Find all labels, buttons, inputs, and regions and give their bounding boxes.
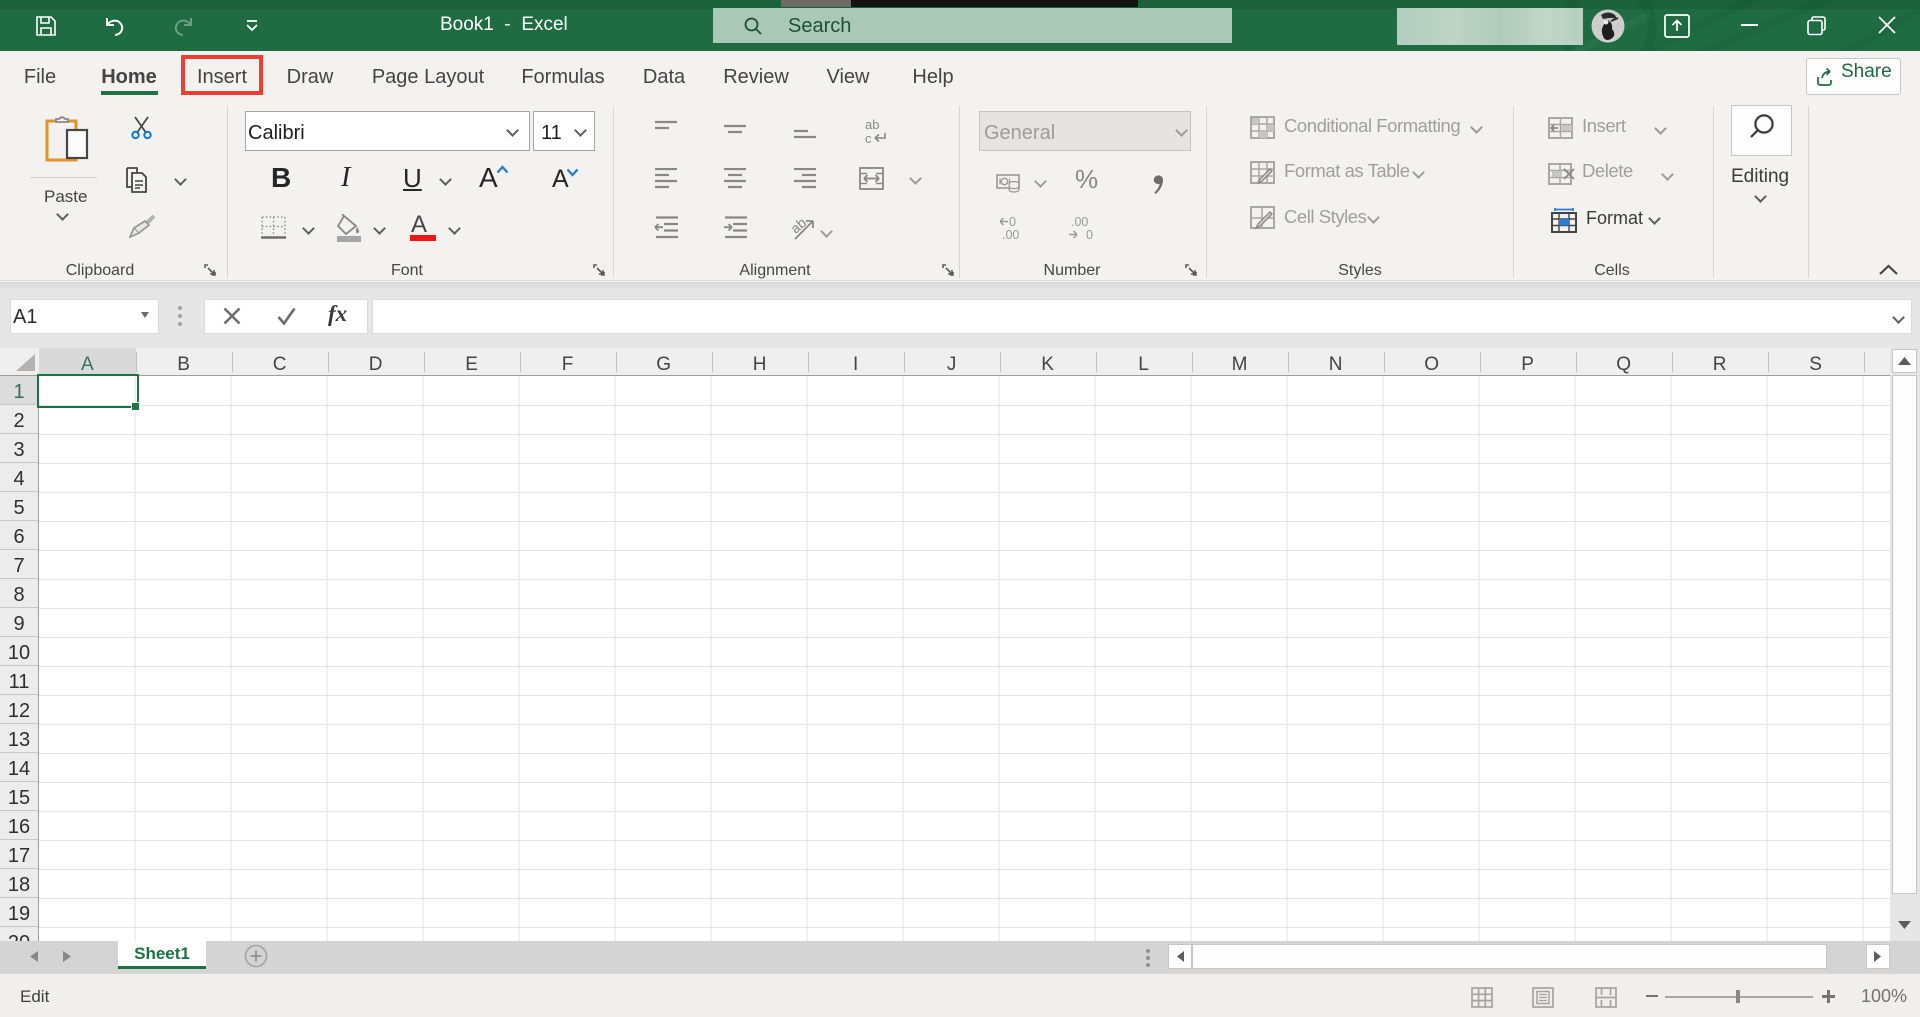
svg-text:c: c	[865, 131, 872, 145]
svg-text:0: 0	[1086, 228, 1093, 241]
svg-text:.00: .00	[1002, 228, 1019, 241]
